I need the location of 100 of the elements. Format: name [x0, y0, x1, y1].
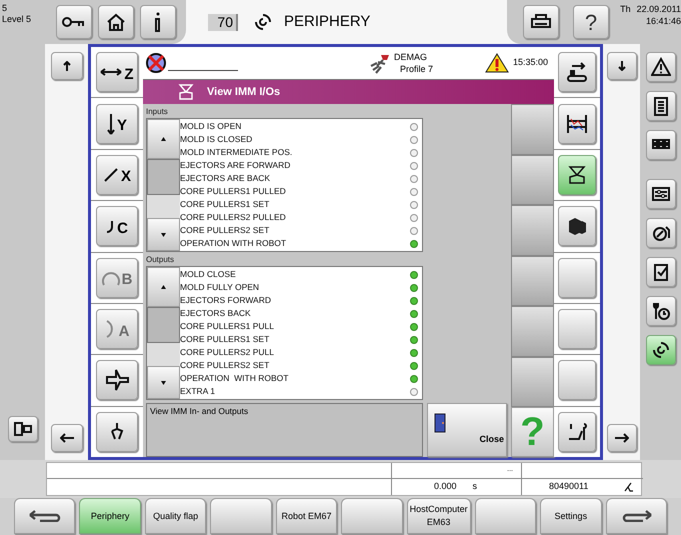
scroll-right-button[interactable]: [606, 424, 636, 452]
tool-button[interactable]: [558, 154, 596, 195]
signal-label: EJECTORS FORWARD: [180, 294, 271, 307]
blank-button[interactable]: [511, 356, 554, 407]
page-title: PERIPHERY: [284, 12, 370, 32]
tool-icon: [566, 215, 588, 238]
axis-icon: [100, 68, 122, 76]
key-button[interactable]: [56, 5, 92, 39]
blank-button[interactable]: [210, 498, 272, 534]
tool-button[interactable]: [558, 206, 596, 246]
tool-button[interactable]: [558, 104, 596, 144]
screens-button[interactable]: [8, 416, 38, 442]
close-button[interactable]: Close: [427, 403, 507, 457]
panel-title: View IMM I/Os: [207, 84, 280, 100]
counter-field: 70: [208, 14, 238, 30]
list-scroll-down-button[interactable]: [147, 366, 180, 399]
menu-button[interactable]: Periphery: [79, 498, 141, 534]
axis-button[interactable]: [96, 412, 138, 452]
nav-button[interactable]: [646, 52, 676, 82]
axis-icon: [106, 369, 128, 392]
blank-button[interactable]: [511, 306, 554, 356]
tool-button[interactable]: [558, 412, 596, 452]
list-scroll-down-button[interactable]: [147, 218, 180, 251]
weekday: Th: [620, 3, 631, 15]
nav-button[interactable]: [646, 296, 676, 326]
axis-button[interactable]: Y: [96, 104, 138, 144]
tool-button[interactable]: [558, 52, 596, 92]
axis-icon: [102, 166, 119, 183]
blank-button[interactable]: [558, 360, 596, 400]
scroll-up-button[interactable]: [50, 52, 82, 80]
signal-label: EJECTORS BACK: [180, 307, 251, 320]
arrow-down-icon: [618, 61, 626, 71]
nav-button[interactable]: [646, 257, 676, 287]
nav-button[interactable]: [646, 335, 676, 365]
menu-button[interactable]: HostComputer EM63: [406, 498, 471, 534]
alarm-line: [168, 70, 238, 71]
help-button[interactable]: ?: [573, 5, 609, 39]
clock-time: 15:35:00: [513, 56, 548, 70]
nav-button[interactable]: [646, 179, 676, 209]
signal-label: CORE PULLERS2 PULLED: [180, 211, 286, 224]
back-button[interactable]: [14, 498, 76, 534]
nav-button[interactable]: [646, 218, 676, 248]
axis-icon: [110, 422, 124, 442]
print-button[interactable]: [523, 5, 559, 39]
menu-button[interactable]: Quality flap: [144, 498, 206, 534]
signal-label: CORE PULLERS2 SET: [180, 224, 270, 237]
signal-label: MOLD IS CLOSED: [180, 133, 252, 146]
blank-button[interactable]: [558, 309, 596, 350]
info-icon: [154, 11, 162, 33]
list-scroll-up-button[interactable]: [147, 119, 180, 159]
axis-button[interactable]: X: [96, 154, 138, 195]
door-icon: [434, 413, 446, 434]
printer-icon: [530, 13, 552, 31]
duration-unit: s: [472, 480, 477, 494]
nav-icon: [650, 340, 670, 360]
nav-icon: [650, 57, 670, 77]
user-level: Level 5: [2, 14, 32, 25]
arrow-up-icon: [62, 61, 70, 71]
axis-button[interactable]: C: [96, 206, 138, 246]
menu-button[interactable]: Settings: [540, 498, 602, 534]
nav-icon: [650, 184, 670, 204]
counter-value: 80490011: [549, 480, 588, 494]
time: 16:41:46: [646, 15, 681, 27]
section-label: Outputs: [146, 254, 176, 266]
machine-name: DEMAG: [394, 51, 428, 63]
signal-label: MOLD IS OPEN: [180, 120, 242, 133]
scroll-down-button[interactable]: [606, 52, 636, 80]
back-arrow-icon: [28, 510, 62, 522]
screens-icon: [14, 422, 32, 436]
axis-button[interactable]: Z: [96, 52, 138, 92]
signal-label: EJECTORS ARE BACK: [180, 172, 270, 185]
arrow-down-icon: [161, 232, 166, 236]
menu-button[interactable]: Robot EM67: [276, 498, 338, 534]
list-scroll-up-button[interactable]: [147, 267, 180, 307]
info-button[interactable]: [140, 5, 176, 39]
signal-label: OPERATION WITH ROBOT: [180, 372, 288, 385]
blank-button[interactable]: [341, 498, 403, 534]
scroll-track: [147, 195, 180, 218]
blank-button[interactable]: [474, 498, 536, 534]
nav-icon: [650, 301, 670, 321]
nav-button[interactable]: [646, 130, 676, 160]
profile-name: Profile 7: [399, 63, 434, 75]
tool-icon: [566, 164, 588, 186]
tool-icon: [566, 61, 588, 84]
duration-value: 0.000: [434, 480, 456, 494]
spiral-icon: [254, 13, 272, 31]
arrow-left-icon: [60, 433, 74, 443]
arrow-down-icon: [161, 380, 166, 384]
signal-label: CORE PULLERS1 PULLED: [180, 185, 286, 198]
nav-button[interactable]: [646, 91, 676, 121]
scroll-left-button[interactable]: [50, 424, 82, 452]
blank-button[interactable]: [558, 258, 596, 298]
home-button[interactable]: [98, 5, 134, 39]
blank-button[interactable]: [511, 256, 554, 306]
signal-label: CORE PULLERS1 SET: [180, 333, 270, 346]
pen-icon: [624, 482, 634, 492]
forward-button[interactable]: [606, 498, 667, 534]
axis-button[interactable]: [96, 360, 138, 400]
robot-hand-icon: [368, 52, 392, 74]
section-label: Inputs: [146, 106, 169, 118]
